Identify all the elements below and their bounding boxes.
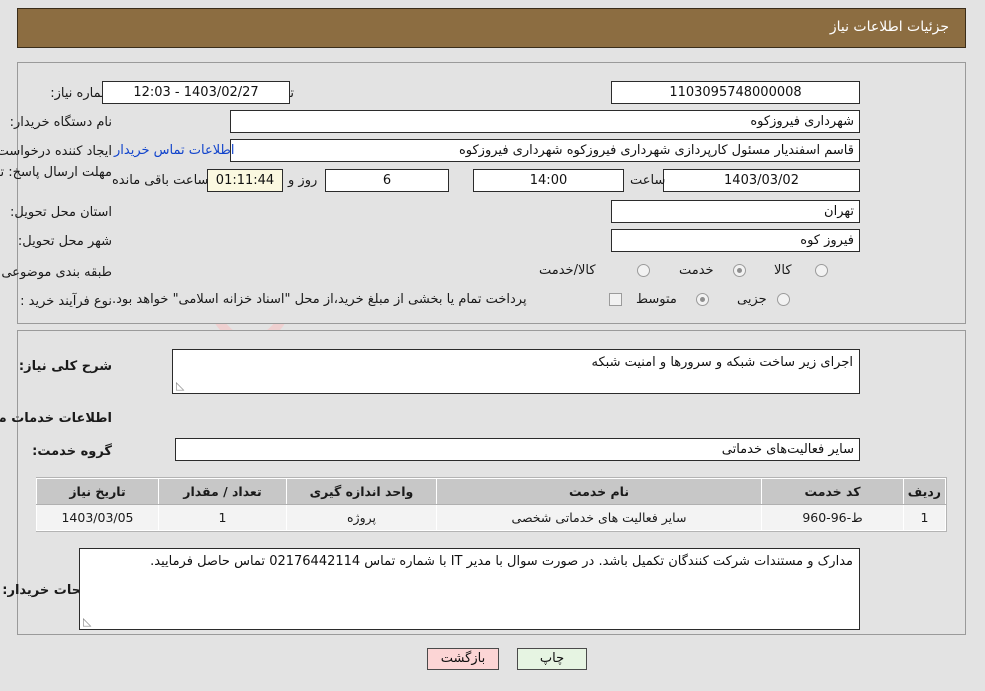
service-group-label: گروه خدمت: xyxy=(33,444,113,459)
services-table: ردیف کد خدمت نام خدمت واحد اندازه گیری ت… xyxy=(37,478,947,531)
delivery-province-label: استان محل تحویل: xyxy=(11,205,113,220)
cell-service-code: ط-96-960 xyxy=(762,504,905,531)
radio-process-medium-label: متوسط xyxy=(637,292,678,307)
buyer-notes-value: مدارک و مستندات شرکت کنندگان تکمیل باشد.… xyxy=(151,554,854,569)
buyer-contact-info-link[interactable]: اطلاعات تماس خریدار xyxy=(115,143,235,158)
general-description-label: شرح کلی نیاز: xyxy=(19,359,113,374)
cell-service-name: سایر فعالیت های خدماتی شخصی xyxy=(437,504,763,531)
radio-category-goods[interactable] xyxy=(816,264,829,277)
purchase-process-label: نوع فرآیند خرید : xyxy=(21,294,113,309)
radio-category-goods-service[interactable] xyxy=(638,264,651,277)
cell-quantity: 1 xyxy=(159,504,288,531)
radio-category-goods-service-label: کالا/خدمت xyxy=(540,263,597,278)
col-service-code: کد خدمت xyxy=(762,478,905,505)
general-description-textarea[interactable]: اجرای زیر ساخت شبکه و سرورها و امنیت شبک… xyxy=(173,349,861,394)
services-table-wrapper: ردیف کد خدمت نام خدمت واحد اندازه گیری ت… xyxy=(37,477,948,532)
col-measure-unit: واحد اندازه گیری xyxy=(287,478,438,505)
announcement-datetime-value: 1403/02/27 - 12:03 xyxy=(103,81,291,104)
window-titlebar: جزئیات اطلاعات نیاز xyxy=(18,8,967,48)
deadline-date-value: 1403/03/02 xyxy=(664,169,861,192)
radio-process-minor[interactable] xyxy=(778,293,791,306)
resize-grip-icon-notes[interactable]: ◿ xyxy=(84,615,94,628)
radio-category-goods-label: کالا xyxy=(775,263,793,278)
request-creator-value: قاسم اسفندیار مسئول کارپردازی شهرداری فی… xyxy=(231,139,861,162)
col-quantity: تعداد / مقدار xyxy=(159,478,288,505)
delivery-province-value: تهران xyxy=(612,200,861,223)
buyer-organization-value: شهرداری فیروزکوه xyxy=(231,110,861,133)
request-creator-label: ایجاد کننده درخواست: xyxy=(0,144,113,159)
back-button[interactable]: بازگشت xyxy=(428,648,500,670)
delivery-city-label: شهر محل تحویل: xyxy=(18,234,113,249)
need-number-value: 1103095748000008 xyxy=(612,81,861,104)
col-row-index: ردیف xyxy=(904,478,947,505)
checkbox-islamic-treasury-bonds-label: پرداخت تمام یا بخشی از مبلغ خرید،از محل … xyxy=(113,292,528,307)
days-label: روز و xyxy=(289,173,319,188)
radio-category-service[interactable] xyxy=(734,264,747,277)
radio-category-service-label: خدمت xyxy=(680,263,715,278)
checkbox-islamic-treasury-bonds[interactable] xyxy=(610,293,623,306)
subject-category-label: طبقه بندی موضوعی: xyxy=(0,265,113,280)
cell-need-date: 1403/03/05 xyxy=(37,504,160,531)
countdown-timer-value: 01:11:44 xyxy=(208,169,284,192)
cell-row-index: 1 xyxy=(904,504,947,531)
response-deadline-label: مهلت ارسال پاسخ: تا تاریخ: xyxy=(0,165,113,180)
remaining-days-value: 6 xyxy=(326,169,450,192)
resize-grip-icon[interactable]: ◿ xyxy=(177,379,187,392)
radio-process-medium[interactable] xyxy=(697,293,710,306)
services-info-heading: اطلاعات خدمات مورد نیاز xyxy=(0,411,113,426)
service-group-value: سایر فعالیت‌های خدماتی xyxy=(176,438,861,461)
page-root: AriaTender.net جزئیات اطلاعات نیاز شماره… xyxy=(0,0,985,691)
radio-process-minor-label: جزیی xyxy=(738,292,768,307)
cell-measure-unit: پروژه xyxy=(287,504,438,531)
print-button[interactable]: چاپ xyxy=(518,648,588,670)
buyer-organization-label: نام دستگاه خریدار: xyxy=(10,115,113,130)
buyer-notes-textarea[interactable]: مدارک و مستندات شرکت کنندگان تکمیل باشد.… xyxy=(80,548,861,630)
hour-label: ساعت xyxy=(631,173,667,188)
deadline-time-value: 14:00 xyxy=(474,169,625,192)
table-header-row: ردیف کد خدمت نام خدمت واحد اندازه گیری ت… xyxy=(37,478,947,505)
col-need-date: تاریخ نیاز xyxy=(37,478,160,505)
page-title: جزئیات اطلاعات نیاز xyxy=(830,19,950,35)
general-description-value: اجرای زیر ساخت شبکه و سرورها و امنیت شبک… xyxy=(592,355,855,370)
delivery-city-value: فیروز کوه xyxy=(612,229,861,252)
col-service-name: نام خدمت xyxy=(437,478,763,505)
table-row: 1 ط-96-960 سایر فعالیت های خدماتی شخصی پ… xyxy=(37,504,947,531)
remaining-hours-label: ساعت باقی مانده xyxy=(113,173,210,188)
